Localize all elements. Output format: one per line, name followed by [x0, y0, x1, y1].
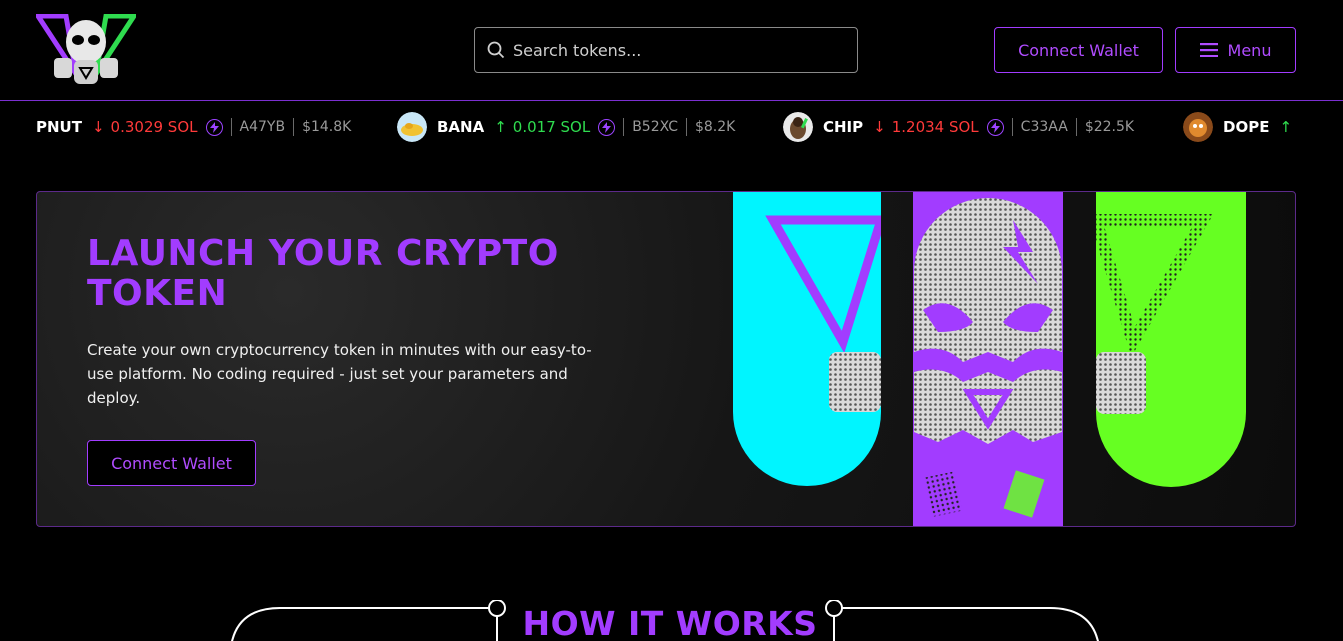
- menu-button[interactable]: Menu: [1175, 27, 1296, 73]
- ticker-code: C33AA: [1020, 119, 1068, 135]
- ticker-mcap: $14.8K: [302, 119, 352, 135]
- ticker-item[interactable]: BANA ↑ 0.017 SOL B52XC $8.2K: [397, 110, 735, 144]
- arrow-up-icon: ↑: [494, 118, 507, 136]
- lightning-icon: [205, 118, 223, 136]
- hero-banner: LAUNCH YOUR CRYPTO TOKEN Create your own…: [36, 191, 1296, 527]
- divider: [1011, 118, 1013, 136]
- menu-icon: [1199, 43, 1218, 57]
- logo[interactable]: [33, 13, 139, 88]
- ticker-symbol: CHIP: [823, 118, 864, 136]
- ticker-code: A47YB: [239, 119, 286, 135]
- ticker-mcap: $22.5K: [1084, 119, 1135, 135]
- token-ticker: PNUT ↓ 0.3029 SOL A47YB $14.8K BANA ↑ 0.…: [36, 110, 1296, 144]
- dope-avatar: [1183, 112, 1213, 142]
- skull-gasmask-logo-icon: [33, 13, 139, 84]
- divider: [230, 118, 232, 136]
- ticker-item[interactable]: DOPE ↑ 0: [1183, 110, 1296, 144]
- how-it-works-title: HOW IT WORKS: [522, 604, 818, 641]
- lightning-icon: [986, 118, 1004, 136]
- ticker-mcap: $8.2K: [694, 119, 736, 135]
- lightning-icon: [598, 118, 616, 136]
- ticker-code: B52XC: [632, 119, 678, 135]
- ticker-symbol: PNUT: [36, 118, 82, 136]
- divider: [293, 118, 295, 136]
- search-box[interactable]: [474, 27, 858, 73]
- arrow-down-icon: ↓: [873, 118, 886, 136]
- ticker-price: 1.2034 SOL: [891, 118, 979, 136]
- menu-label: Menu: [1227, 40, 1272, 60]
- divider: [1075, 118, 1077, 136]
- divider: [685, 118, 687, 136]
- ticker-item[interactable]: PNUT ↓ 0.3029 SOL A47YB $14.8K: [36, 110, 351, 144]
- ticker-price: 0.3029 SOL: [110, 118, 198, 136]
- ticker-price: 0.017 SOL: [512, 118, 591, 136]
- banana-avatar: [397, 112, 427, 142]
- hero-title: LAUNCH YOUR CRYPTO TOKEN: [87, 233, 559, 314]
- hero-connect-wallet-button[interactable]: Connect Wallet: [87, 440, 256, 486]
- divider: [623, 118, 625, 136]
- chip-avatar: [783, 112, 813, 142]
- ticker-item[interactable]: CHIP ↓ 1.2034 SOL C33AA $22.5K: [783, 110, 1134, 144]
- ticker-symbol: BANA: [437, 118, 485, 136]
- hero-description: Create your own cryptocurrency token in …: [87, 341, 592, 407]
- hero-artwork: [733, 192, 1246, 526]
- ticker-symbol: DOPE: [1223, 118, 1270, 136]
- arrow-down-icon: ↓: [91, 118, 105, 136]
- search-icon: [487, 41, 505, 59]
- site-header: Connect Wallet Menu: [0, 0, 1343, 101]
- connect-wallet-button[interactable]: Connect Wallet: [994, 27, 1163, 73]
- arrow-up-icon: ↑: [1279, 118, 1293, 136]
- search-input[interactable]: [513, 40, 857, 60]
